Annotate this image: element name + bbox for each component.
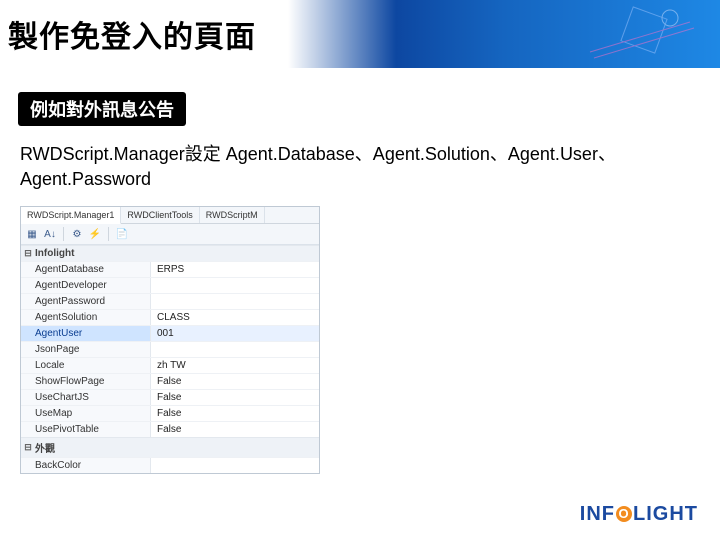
property-value[interactable]: False bbox=[151, 406, 319, 421]
property-name: JsonPage bbox=[21, 342, 151, 357]
property-value[interactable] bbox=[151, 294, 319, 309]
tab-rwdclienttools[interactable]: RWDClientTools bbox=[121, 207, 199, 223]
property-name: ShowFlowPage bbox=[21, 374, 151, 389]
property-value[interactable]: zh TW bbox=[151, 358, 319, 373]
property-row-agentdatabase[interactable]: AgentDatabase ERPS bbox=[21, 261, 319, 277]
description-text: RWDScript.Manager設定 Agent.Database、Agent… bbox=[20, 142, 700, 192]
categorized-icon[interactable]: ▦ bbox=[25, 227, 39, 241]
property-row-usepivottable[interactable]: UsePivotTable False bbox=[21, 421, 319, 437]
events-icon[interactable]: ⚡ bbox=[88, 227, 102, 241]
property-row-agentsolution[interactable]: AgentSolution CLASS bbox=[21, 309, 319, 325]
property-name: AgentUser bbox=[21, 326, 151, 341]
property-value[interactable] bbox=[151, 458, 319, 473]
logo-circle-icon: O bbox=[616, 506, 632, 522]
property-name: UseMap bbox=[21, 406, 151, 421]
tab-rwdscriptmanager1[interactable]: RWDScript.Manager1 bbox=[21, 207, 121, 224]
property-value[interactable] bbox=[151, 342, 319, 357]
subheader-badge: 例如對外訊息公告 bbox=[18, 92, 186, 126]
infolight-logo: INFOLIGHT bbox=[580, 503, 698, 526]
tab-rwdscriptm[interactable]: RWDScriptM bbox=[200, 207, 265, 223]
alphabetical-icon[interactable]: A↓ bbox=[43, 227, 57, 241]
property-name: UseChartJS bbox=[21, 390, 151, 405]
collapse-icon[interactable]: ⊟ bbox=[23, 442, 33, 453]
property-row-locale[interactable]: Locale zh TW bbox=[21, 357, 319, 373]
property-row-agentuser[interactable]: AgentUser 001 bbox=[21, 325, 319, 341]
page-title: 製作免登入的頁面 bbox=[8, 12, 256, 56]
header-decoration-icon bbox=[580, 4, 700, 64]
category-label: Infolight bbox=[35, 248, 74, 259]
property-row-usechartjs[interactable]: UseChartJS False bbox=[21, 389, 319, 405]
collapse-icon[interactable]: ⊟ bbox=[23, 248, 33, 259]
property-name: AgentSolution bbox=[21, 310, 151, 325]
category-label: 外觀 bbox=[35, 440, 55, 455]
properties-tabs: RWDScript.Manager1 RWDClientTools RWDScr… bbox=[21, 207, 319, 224]
property-value[interactable]: 001 bbox=[151, 326, 319, 341]
logo-text-right: LIGHT bbox=[633, 503, 698, 525]
property-value[interactable]: CLASS bbox=[151, 310, 319, 325]
property-name: AgentDatabase bbox=[21, 262, 151, 277]
properties-toolbar: ▦ A↓ ⚙ ⚡ 📄 bbox=[21, 224, 319, 245]
property-value[interactable] bbox=[151, 278, 319, 293]
toolbar-divider bbox=[63, 227, 64, 241]
property-value[interactable]: ERPS bbox=[151, 262, 319, 277]
logo-text-left: INF bbox=[580, 503, 615, 525]
properties-icon[interactable]: ⚙ bbox=[70, 227, 84, 241]
property-row-backcolor[interactable]: BackColor bbox=[21, 457, 319, 473]
property-name: UsePivotTable bbox=[21, 422, 151, 437]
property-row-showflowpage[interactable]: ShowFlowPage False bbox=[21, 373, 319, 389]
toolbar-divider bbox=[108, 227, 109, 241]
property-row-agentpassword[interactable]: AgentPassword bbox=[21, 293, 319, 309]
property-row-jsonpage[interactable]: JsonPage bbox=[21, 341, 319, 357]
property-category-appearance[interactable]: ⊟ 外觀 bbox=[21, 437, 319, 457]
property-row-usemap[interactable]: UseMap False bbox=[21, 405, 319, 421]
property-value[interactable]: False bbox=[151, 422, 319, 437]
property-value[interactable]: False bbox=[151, 374, 319, 389]
property-name: AgentDeveloper bbox=[21, 278, 151, 293]
property-name: AgentPassword bbox=[21, 294, 151, 309]
properties-panel: RWDScript.Manager1 RWDClientTools RWDScr… bbox=[20, 206, 320, 474]
property-name: BackColor bbox=[21, 458, 151, 473]
property-name: Locale bbox=[21, 358, 151, 373]
slide-header: 製作免登入的頁面 bbox=[0, 0, 720, 68]
property-pages-icon[interactable]: 📄 bbox=[115, 227, 129, 241]
property-value[interactable]: False bbox=[151, 390, 319, 405]
property-category-infolight[interactable]: ⊟ Infolight bbox=[21, 245, 319, 261]
property-row-agentdeveloper[interactable]: AgentDeveloper bbox=[21, 277, 319, 293]
